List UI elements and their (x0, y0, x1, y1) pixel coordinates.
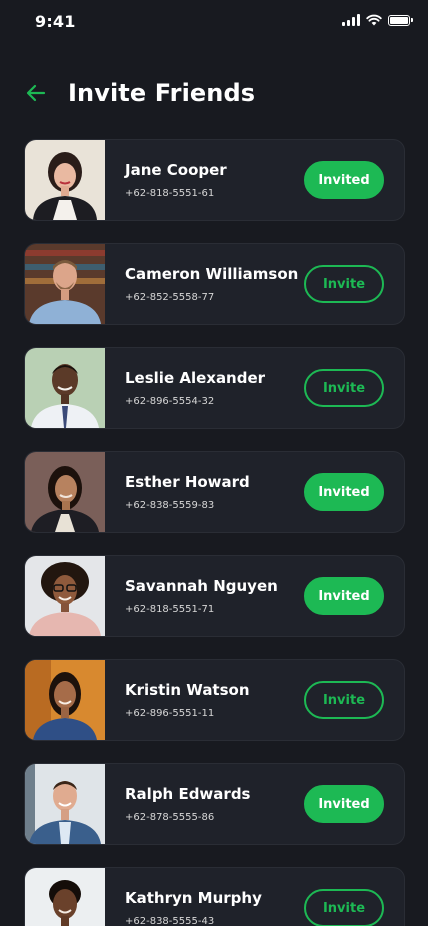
friend-card: Cameron Williamson +62-852-5558-77 Invit… (24, 243, 405, 325)
wifi-icon (366, 14, 382, 26)
avatar (25, 140, 105, 220)
invited-button[interactable]: Invited (304, 161, 384, 199)
header: Invite Friends (24, 76, 255, 110)
friend-card: Esther Howard +62-838-5559-83 Invited (24, 451, 405, 533)
friend-card: Savannah Nguyen +62-818-5551-71 Invited (24, 555, 405, 637)
invite-button[interactable]: Invite (304, 889, 384, 926)
arrow-left-icon (26, 84, 46, 102)
invite-button[interactable]: Invite (304, 369, 384, 407)
invited-button[interactable]: Invited (304, 577, 384, 615)
friend-card: Jane Cooper +62-818-5551-61 Invited (24, 139, 405, 221)
avatar (25, 868, 105, 926)
friend-card: Kathryn Murphy +62-838-5555-43 Invite (24, 867, 405, 926)
invite-button[interactable]: Invite (304, 681, 384, 719)
invited-button[interactable]: Invited (304, 473, 384, 511)
avatar (25, 244, 105, 324)
invite-friends-screen: 9:41 Invite Friends Jane Cooper +62-818-… (0, 0, 428, 926)
invite-button[interactable]: Invite (304, 265, 384, 303)
friend-card: Kristin Watson +62-896-5551-11 Invite (24, 659, 405, 741)
friend-list: Jane Cooper +62-818-5551-61 Invited Came… (24, 139, 405, 926)
avatar (25, 764, 105, 844)
invited-button[interactable]: Invited (304, 785, 384, 823)
battery-icon (388, 14, 413, 26)
status-icons (342, 14, 413, 26)
page-title: Invite Friends (68, 79, 256, 107)
back-button[interactable] (24, 81, 48, 105)
status-bar: 9:41 (0, 0, 428, 44)
avatar (25, 556, 105, 636)
avatar (25, 660, 105, 740)
avatar (25, 452, 105, 532)
avatar (25, 348, 105, 428)
friend-card: Leslie Alexander +62-896-5554-32 Invite (24, 347, 405, 429)
friend-card: Ralph Edwards +62-878-5555-86 Invited (24, 763, 405, 845)
cellular-signal-icon (342, 14, 360, 26)
status-time: 9:41 (35, 12, 76, 31)
